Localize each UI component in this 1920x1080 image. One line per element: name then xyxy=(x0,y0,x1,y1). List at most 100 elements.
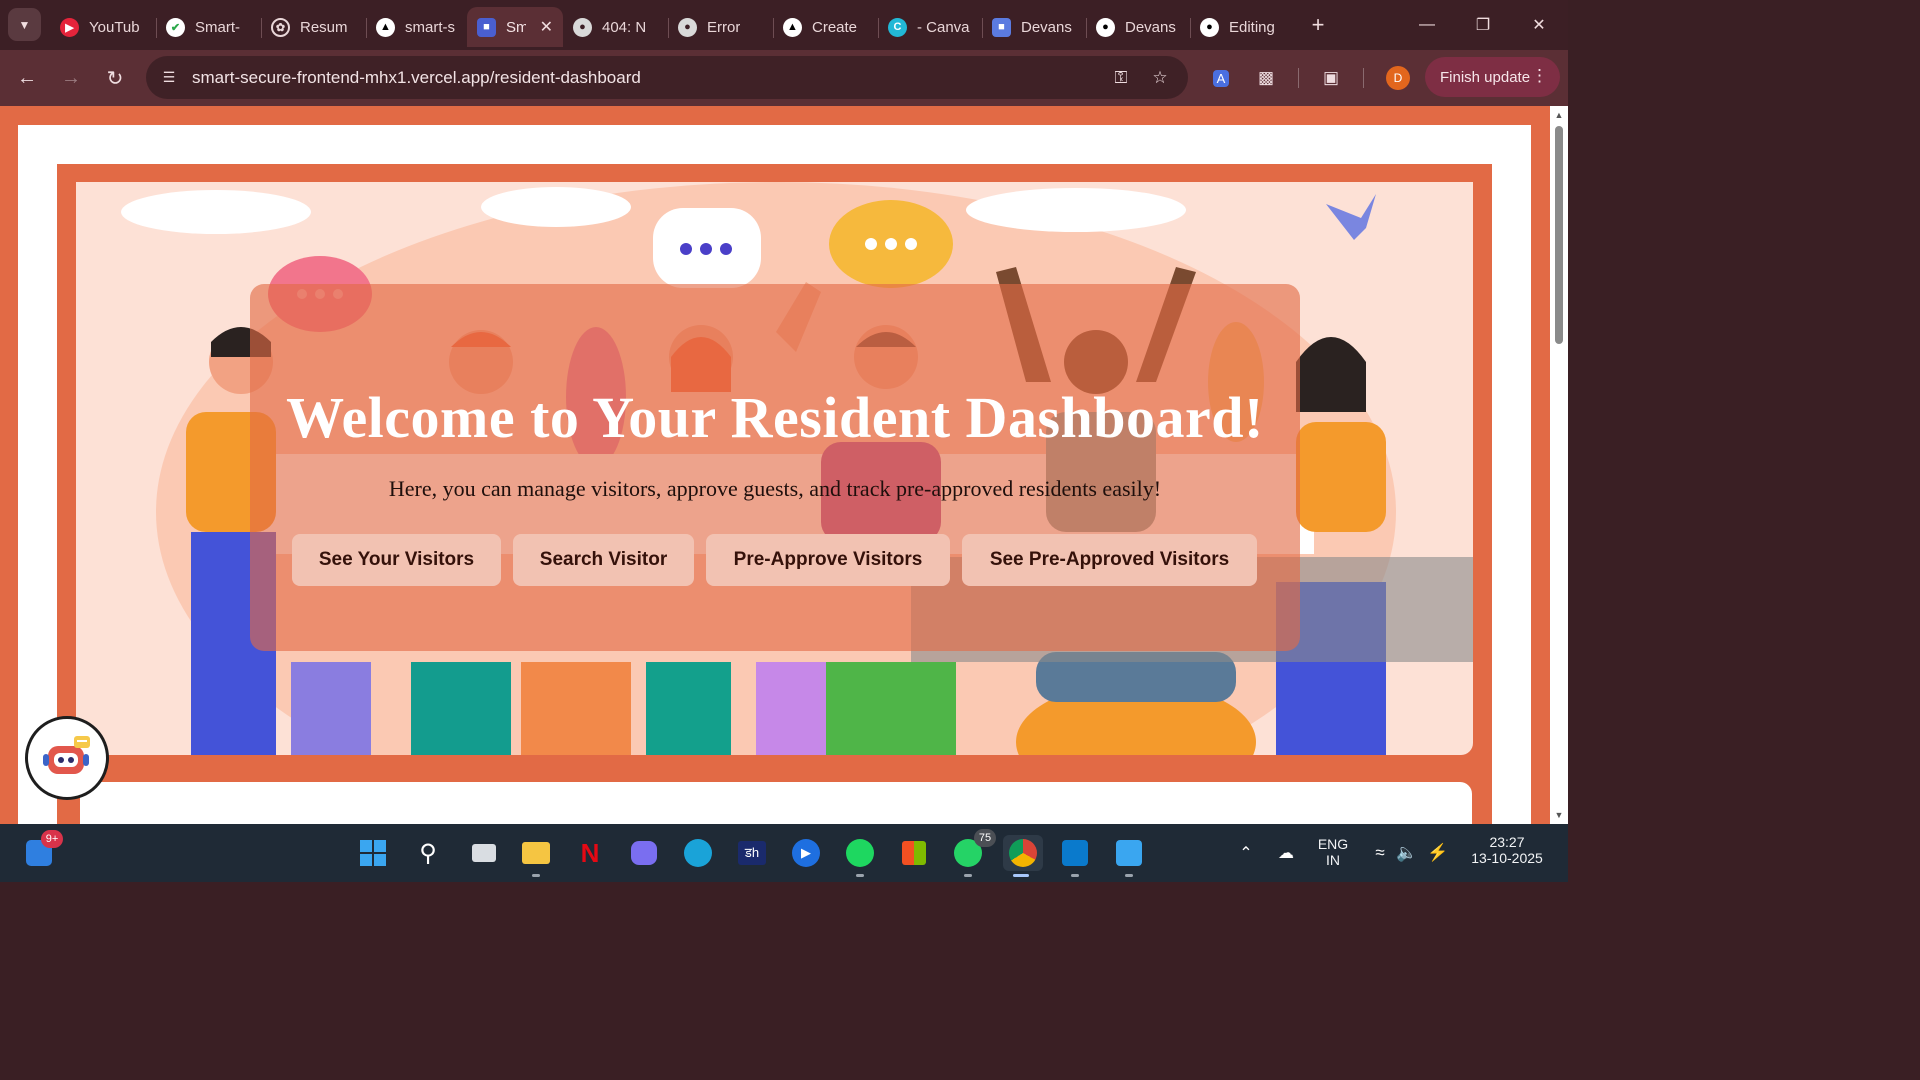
edge-button[interactable] xyxy=(680,835,716,871)
restore-button[interactable]: ❐ xyxy=(1468,10,1498,40)
search-visitor-button[interactable]: Search Visitor xyxy=(513,534,694,586)
see-pre-approved-visitors-button[interactable]: See Pre-Approved Visitors xyxy=(962,534,1257,586)
star-icon: ☆ xyxy=(1152,68,1168,87)
tab-youtube[interactable]: ▶ YouTub xyxy=(50,7,156,47)
tab-search-dropdown-button[interactable]: ▼ xyxy=(8,8,41,41)
wifi-icon: ≈ xyxy=(1375,843,1385,862)
finish-update-button[interactable]: Finish update ⋮ xyxy=(1425,57,1560,97)
chevron-down-icon: ▼ xyxy=(18,17,31,32)
media-player-button[interactable]: ▶ xyxy=(788,835,824,871)
vercel-icon: ▲ xyxy=(783,17,802,37)
globe-icon: ● xyxy=(678,17,697,37)
tab-create[interactable]: ▲ Create xyxy=(773,7,878,47)
spotify-button[interactable] xyxy=(842,835,878,877)
tab-active-smart-secure[interactable]: ■ Sm ✕ xyxy=(467,7,563,47)
tab-smart-verified[interactable]: ✔ Smart- xyxy=(156,7,261,47)
widgets-button[interactable]: 9+ xyxy=(21,830,63,871)
start-button[interactable] xyxy=(355,835,391,871)
scroll-up-icon[interactable]: ▲ xyxy=(1554,110,1564,120)
scroll-thumb[interactable] xyxy=(1555,126,1563,344)
chatbot-button[interactable] xyxy=(25,716,109,800)
tab-canva[interactable]: C - Canva xyxy=(878,7,982,47)
language-indicator[interactable]: ENG IN xyxy=(1312,836,1354,868)
clock[interactable]: 23:27 13-10-2025 xyxy=(1462,834,1552,866)
whatsapp-button[interactable]: 75 xyxy=(950,829,996,877)
translate-icon: A xyxy=(1212,69,1230,87)
tab-label: Smart- xyxy=(195,18,240,36)
search-button[interactable]: ⚲ xyxy=(410,835,446,871)
running-indicator xyxy=(856,874,864,877)
page-subtitle: Here, you can manage visitors, approve g… xyxy=(388,476,1162,501)
tab-devans-github[interactable]: ● Devans xyxy=(1086,7,1190,47)
tune-icon: ☰ xyxy=(162,69,176,85)
tab-label: 404: N xyxy=(602,18,647,36)
extension-translate-button[interactable]: A xyxy=(1206,63,1236,93)
show-hidden-icons-button[interactable]: ⌃ xyxy=(1228,835,1264,871)
clock-time: 23:27 xyxy=(1489,834,1525,850)
forward-button[interactable]: → xyxy=(56,63,86,93)
search-icon: ⚲ xyxy=(419,839,437,867)
github-icon: ● xyxy=(1096,17,1115,37)
vscode-button[interactable] xyxy=(1057,835,1093,877)
canva-icon: C xyxy=(888,17,907,37)
file-explorer-button[interactable] xyxy=(518,835,554,877)
speaker-icon: 🔈 xyxy=(1396,843,1418,862)
tab-label: YouTub xyxy=(89,18,140,36)
chrome-icon xyxy=(1009,839,1037,867)
welcome-card: Welcome to Your Resident Dashboard! Here… xyxy=(250,284,1300,651)
url-text[interactable]: smart-secure-frontend-mhx1.vercel.app/re… xyxy=(192,68,641,88)
reload-button[interactable]: ↻ xyxy=(100,63,130,93)
address-bar[interactable]: ☰ smart-secure-frontend-mhx1.vercel.app/… xyxy=(146,56,1188,99)
pre-approve-visitors-button[interactable]: Pre-Approve Visitors xyxy=(706,534,950,586)
minimize-button[interactable]: — xyxy=(1412,10,1442,40)
close-icon[interactable]: ✕ xyxy=(540,17,553,37)
netflix-icon: N xyxy=(580,837,600,868)
minimize-icon: — xyxy=(1419,16,1435,33)
back-button[interactable]: ← xyxy=(12,63,42,93)
tab-error[interactable]: ● Error xyxy=(668,7,773,47)
bhindi-app-button[interactable]: डh xyxy=(734,835,770,871)
copilot-button[interactable] xyxy=(626,835,662,871)
verified-icon: ✔ xyxy=(166,17,185,37)
restore-icon: ❐ xyxy=(1475,17,1491,34)
tab-resume[interactable]: ✿ Resum xyxy=(261,7,366,47)
profile-avatar[interactable]: D xyxy=(1386,66,1410,90)
chrome-button[interactable] xyxy=(1003,835,1043,877)
hero-banner: Welcome to Your Resident Dashboard! Here… xyxy=(76,182,1473,755)
page-viewport: Welcome to Your Resident Dashboard! Here… xyxy=(0,106,1550,824)
clock-date: 13-10-2025 xyxy=(1471,850,1543,866)
bookmark-button[interactable]: ☆ xyxy=(1145,63,1175,93)
battery-button[interactable]: ⚡ xyxy=(1420,835,1456,871)
extensions-button[interactable]: ▩ xyxy=(1251,63,1281,93)
tab-label: Create xyxy=(812,18,858,36)
chevron-up-icon: ⌃ xyxy=(1239,845,1253,862)
netflix-button[interactable]: N xyxy=(572,835,608,871)
task-view-button[interactable] xyxy=(466,835,502,871)
tab-404[interactable]: ● 404: N xyxy=(563,7,668,47)
robot-icon xyxy=(43,736,90,774)
site-info-button[interactable]: ☰ xyxy=(154,63,184,93)
play-icon: ▶ xyxy=(792,839,820,867)
close-window-button[interactable]: ✕ xyxy=(1524,10,1554,40)
onedrive-button[interactable]: ☁ xyxy=(1268,835,1304,871)
tab-editing-github[interactable]: ● Editing xyxy=(1190,7,1296,47)
password-key-button[interactable]: ⚿ xyxy=(1106,63,1136,93)
toolbar-divider xyxy=(1298,68,1299,88)
folder-icon xyxy=(522,842,550,864)
see-your-visitors-button[interactable]: See Your Visitors xyxy=(292,534,501,586)
tab-devans-app[interactable]: ■ Devans xyxy=(982,7,1086,47)
tab-label: Devans xyxy=(1021,18,1072,36)
youtube-icon: ▶ xyxy=(60,17,79,37)
battery-icon: ⚡ xyxy=(1427,843,1449,862)
microsoft-store-button[interactable] xyxy=(896,835,932,871)
tab-smart-s[interactable]: ▲ smart-s xyxy=(366,7,467,47)
finish-update-label: Finish update xyxy=(1440,68,1531,86)
scroll-down-icon[interactable]: ▼ xyxy=(1554,810,1564,820)
widgets-badge: 9+ xyxy=(41,830,63,848)
globe-icon: ● xyxy=(573,17,592,37)
arrow-right-icon: → xyxy=(61,66,81,89)
screenshot-button[interactable]: ▣ xyxy=(1316,63,1346,93)
photos-button[interactable] xyxy=(1111,835,1147,877)
new-tab-button[interactable]: + xyxy=(1305,12,1331,38)
page-scrollbar[interactable]: ▲ ▼ xyxy=(1550,106,1568,824)
